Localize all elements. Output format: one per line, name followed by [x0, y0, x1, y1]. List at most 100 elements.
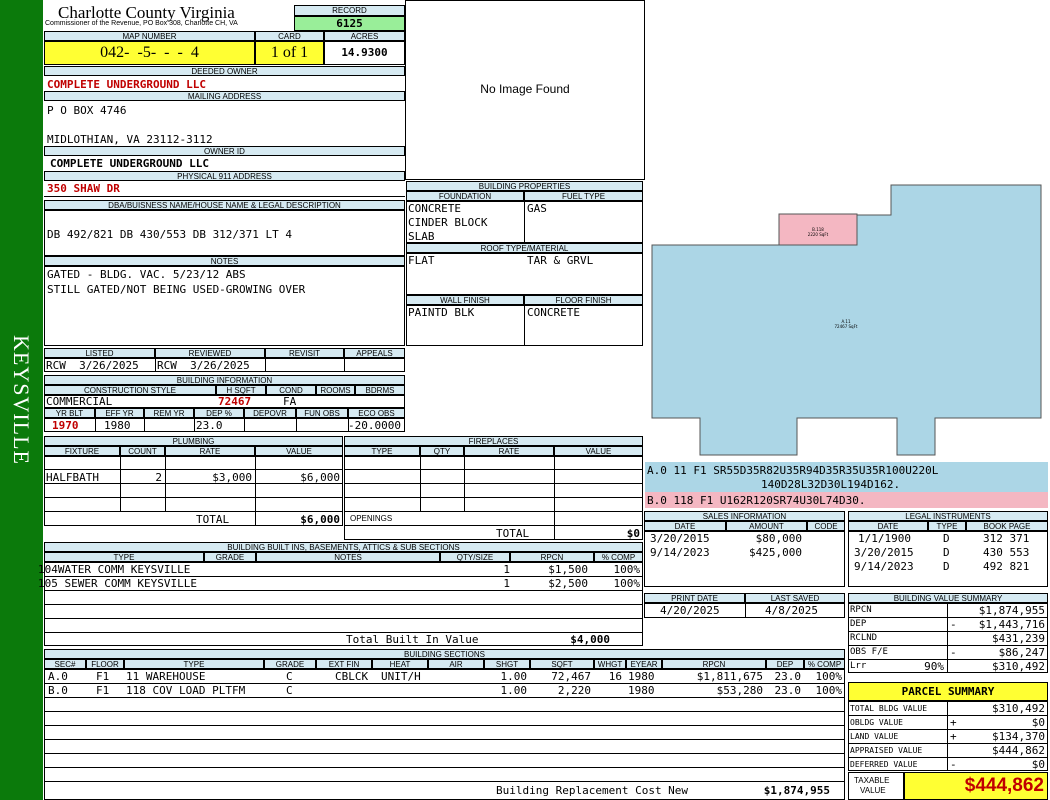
acres-value: 14.9300: [324, 41, 405, 65]
sec-row-1-sqft: 72,467: [551, 670, 591, 683]
ps-appraised-value: $444,862: [992, 744, 1045, 757]
divider: [524, 305, 525, 346]
divider: [95, 418, 96, 432]
fire-h-rate: RATE: [464, 446, 554, 456]
sec-row-1-whgt: 16: [608, 670, 622, 683]
card-value: 1 of 1: [255, 41, 324, 65]
sec-h-dep: DEP: [766, 659, 804, 669]
mailing-line2: MIDLOTHIAN, VA 23112-3112: [47, 133, 213, 146]
dep-label: DEP %: [194, 408, 244, 418]
funobs-label: FUN OBS: [296, 408, 348, 418]
sec-row-2-shgt: 1.00: [500, 684, 528, 697]
legal-instr-label: LEGAL INSTRUMENTS: [848, 511, 1048, 521]
sale-row-1-amount: $80,000: [755, 532, 802, 545]
builtin-row-2-rpcn: $2,500: [548, 577, 588, 590]
map-number: 042- -5- - - 4: [44, 41, 255, 65]
plumb-value: $6,000: [300, 471, 340, 484]
sec-row-2-eyear: 1980: [628, 684, 655, 697]
sec-row-1-sec: A.0: [48, 670, 68, 683]
deeded-owner: COMPLETE UNDERGROUND LLC: [47, 78, 206, 91]
plumb-count: 2: [155, 471, 162, 484]
divider: [947, 701, 948, 771]
plumb-fixture: HALFBATH: [46, 471, 99, 484]
divider: [344, 511, 643, 512]
fireplaces-label: FIREPLACES: [344, 436, 643, 446]
sales-h-amount: AMOUNT: [726, 521, 807, 531]
divider: [420, 456, 421, 512]
sec-row-1-rpcn: $1,811,675: [696, 670, 763, 683]
ps-appraised-label: APPRAISED VALUE: [850, 746, 923, 755]
fire-total: $0: [626, 527, 640, 540]
mailing-label: MAILING ADDRESS: [44, 91, 405, 101]
builtin-row-1-type: 104WATER COMM KEYSVILLE: [38, 563, 191, 576]
bi-h-grade: GRADE: [204, 552, 256, 562]
taxable-label-1: TAXABLE: [854, 776, 890, 785]
plumb-total-label: TOTAL: [196, 513, 230, 526]
notes-line1: GATED - BLDG. VAC. 5/23/12 ABS: [47, 268, 246, 281]
reviewed-label: REVIEWED: [155, 348, 265, 358]
plumb-h-value: VALUE: [255, 446, 343, 456]
physical-address: 350 SHAW DR: [47, 182, 120, 195]
li-row-2-date: 3/20/2015: [854, 546, 914, 559]
replacement-value: $1,874,955: [763, 784, 830, 797]
divider: [44, 590, 643, 591]
building-info-label: BUILDING INFORMATION: [44, 375, 405, 385]
sec-h-sqft: SQFT: [530, 659, 594, 669]
vs-rpcn-value: $1,874,955: [978, 604, 1045, 617]
li-row-3-date: 9/14/2023: [854, 560, 914, 573]
builtin-row-1-comp: 100%: [613, 563, 641, 576]
li-h-type: TYPE: [928, 521, 966, 531]
effective-year: 1980: [104, 419, 131, 432]
hsqft-value: 72467: [218, 395, 252, 408]
sections-label: BUILDING SECTIONS: [44, 649, 845, 659]
divider: [296, 418, 297, 432]
cond-value: FA: [283, 395, 297, 408]
ps-total-bldg-label: TOTAL BLDG VALUE: [850, 704, 928, 713]
bi-h-comp: % COMP: [594, 552, 643, 562]
sec-row-2-rpcn: $53,280: [716, 684, 763, 697]
fire-h-type: TYPE: [344, 446, 420, 456]
foundation-1: CONCRETE: [408, 202, 461, 215]
sec-h-type: TYPE: [124, 659, 264, 669]
dep-value: 23.0: [196, 419, 223, 432]
roof-box: [406, 253, 643, 295]
legal-text: DB 492/821 DB 430/553 DB 312/371 LT 4: [47, 228, 293, 241]
notes-label: NOTES: [44, 256, 405, 266]
listed-label: LISTED: [44, 348, 155, 358]
year-built: 1970: [52, 419, 79, 432]
depovr-label: DEPOVR: [244, 408, 296, 418]
sidebar: KEYSVILLE: [0, 0, 43, 800]
divider: [44, 196, 405, 197]
eco-obs-value: -20.0000: [348, 419, 401, 432]
plumbing-label: PLUMBING: [44, 436, 343, 446]
record-label: RECORD: [294, 5, 405, 16]
sale-row-2-amount: $425,000: [749, 546, 802, 559]
acres-label: ACRES: [324, 31, 405, 41]
sec-row-1-heat: UNIT/H: [381, 670, 421, 683]
legal-label: DBA/BUISNESS NAME/HOUSE NAME & LEGAL DES…: [44, 200, 405, 210]
hsqft-label: H SQFT: [216, 385, 266, 395]
ecoobs-label: ECO OBS: [348, 408, 405, 418]
divider: [44, 725, 845, 726]
sec-h-whgt: WHGT: [594, 659, 626, 669]
plumb-h-rate: RATE: [165, 446, 255, 456]
divider: [44, 497, 343, 498]
building-props-label: BUILDING PROPERTIES: [406, 181, 643, 191]
ps-land-value: $134,370: [992, 730, 1045, 743]
style-label: CONSTRUCTION STYLE: [44, 385, 216, 395]
plumb-h-fixture: FIXTURE: [44, 446, 120, 456]
revisit-label: REVISIT: [265, 348, 344, 358]
roof-label: ROOF TYPE/MATERIAL: [406, 243, 643, 253]
sec-h-sec: SEC#: [44, 659, 86, 669]
vs-obs-value: $86,247: [998, 646, 1045, 659]
fire-h-value: VALUE: [554, 446, 643, 456]
sec-h-grade: GRADE: [264, 659, 316, 669]
ps-deferred-label: DEFERRED VALUE: [850, 760, 918, 769]
vs-rclnd-label: RCLND: [850, 633, 878, 643]
fire-h-qty: QTY: [420, 446, 464, 456]
li-row-1-date: 1/1/1900: [858, 532, 911, 545]
divider: [745, 603, 746, 618]
effyr-label: EFF YR: [95, 408, 144, 418]
sec-h-rpcn: RPCN: [662, 659, 766, 669]
roof-type: FLAT: [408, 254, 435, 267]
